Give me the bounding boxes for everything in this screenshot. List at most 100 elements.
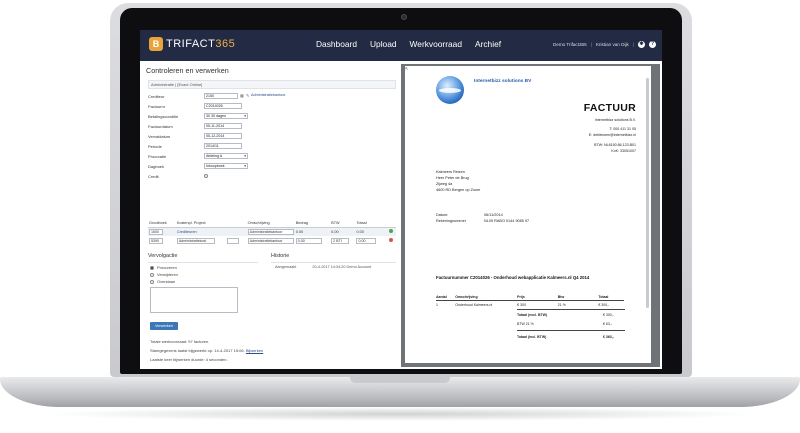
lookup-icon[interactable]: ▦ [240, 93, 244, 98]
nav-archief[interactable]: Archief [475, 39, 501, 49]
table-row: 5390 Administratiekost Administratiekant… [148, 236, 396, 245]
col-actions [388, 219, 396, 228]
logo-word: TRIFACT [166, 38, 216, 50]
control-panel: Controleren en verwerken Administratie |… [146, 64, 396, 364]
divider [517, 330, 625, 331]
gl-code-input[interactable]: 1600 [149, 228, 163, 235]
factuurnr-input[interactable]: C2014026 [204, 103, 242, 109]
bijwerken-link[interactable]: Bijwerken [246, 348, 263, 353]
company-switcher[interactable]: Demo Trifact365 [553, 42, 587, 47]
radio-icon[interactable] [150, 272, 154, 277]
periode-label: Periode [148, 144, 162, 149]
invoice-row: 1 Onderhoud Kalmeers.nl € 300 21 % € 300… [436, 301, 624, 310]
option-overslaan[interactable]: Overslaan [150, 279, 175, 284]
total: 0.00 [355, 227, 389, 236]
date-value: 06/11/2014 [484, 213, 503, 217]
invoice-lines: Aantal Omschrijving Prijs Btw Totaal 1 O… [436, 294, 624, 309]
project-input[interactable] [227, 237, 240, 244]
option-verwijderen[interactable]: Verwijderen [150, 272, 178, 277]
admin-link[interactable]: Administratiekantoor [251, 93, 286, 97]
vat-value: € 63,- [603, 322, 612, 326]
option-procureren[interactable]: Procureren [150, 265, 177, 270]
dagboek-label: Dagboek [148, 164, 165, 169]
gl-code-input[interactable]: 5390 [149, 237, 163, 244]
account-value: NL09 RABO 0144 9085 97 [484, 219, 530, 223]
vat-select[interactable]: 2 BTI [331, 237, 350, 244]
betalingsconditie-select[interactable]: 30 30 dagen ▾ [204, 113, 248, 119]
table-header: Grootboek Kostenpl. Project Omschrijving… [148, 219, 396, 228]
chevron-down-icon: ▾ [244, 154, 246, 158]
separator: | [590, 42, 592, 47]
delete-icon[interactable] [389, 238, 394, 242]
radio-selected-icon[interactable] [150, 265, 154, 270]
total-excl-label: Totaal (excl. BTW) [517, 313, 548, 317]
description-input[interactable]: Administratiekantoor [247, 237, 294, 244]
company-logo-icon [436, 76, 464, 104]
betalingsconditie-value: 30 30 dagen [206, 114, 226, 118]
sender-email: E: debiteuren@internetbizz.nl [588, 133, 636, 137]
sender-line: BTW: NL8150.86.123.B01 [594, 143, 636, 147]
invoice-viewer: ⇱ Internetbizz solutions BV FACTUUR Inte… [401, 64, 660, 367]
sync-info-text: Stamgegevens laatst bijgewerkt op: 14-4-… [150, 348, 245, 353]
amount: 0.00 [295, 236, 330, 245]
crediteur-input[interactable]: 2150 [204, 93, 238, 99]
user-name[interactable]: Kristian van Dijk [596, 42, 629, 47]
expand-icon[interactable]: ⇱ [405, 66, 408, 71]
vat-amount: 0.00 [356, 237, 377, 244]
add-icon[interactable] [389, 229, 394, 234]
col-omschrijving: Omschrijving [246, 219, 295, 228]
nav-werkvoorraad[interactable]: Werkvoorraad [410, 39, 462, 49]
pencil-icon[interactable]: ✎ [246, 93, 249, 98]
inv-aantal: 1 [436, 303, 438, 307]
vervaldatum-input[interactable]: 05-12-2014 [204, 133, 242, 139]
procuratie-select[interactable]: Afdeling A ▾ [204, 153, 248, 159]
radio-icon[interactable] [150, 279, 154, 284]
col-bedrag: Bedrag [294, 219, 331, 228]
inv-omschrijving: Onderhoud Kalmeers.nl [455, 303, 493, 307]
user-area: Demo Trifact365 | Kristian van Dijk | ✱ … [553, 41, 656, 48]
nav-upload[interactable]: Upload [370, 39, 397, 49]
sender-line: Internetbizz solutions B.V. [594, 118, 636, 122]
help-icon[interactable]: ? [649, 41, 656, 48]
col-grootboek: Grootboek [148, 219, 176, 228]
description-input[interactable]: Administratiekantoor [247, 228, 294, 235]
logo-number: 365 [215, 38, 236, 50]
procuratie-label: Procuratie [148, 154, 167, 159]
client-line: 4600 RD Bergen op Zoom [436, 188, 481, 192]
logo-text: TRIFACT365 [166, 38, 235, 50]
comment-textarea[interactable] [150, 287, 238, 313]
periode-input[interactable]: 2014/11 [204, 143, 242, 149]
camera-icon [401, 14, 407, 20]
betalingsconditie-label: Betalingsconditie [148, 114, 179, 119]
verwerken-button[interactable]: Verwerken [150, 322, 178, 330]
nav-dashboard[interactable]: Dashboard [316, 39, 357, 49]
divider [148, 262, 258, 263]
top-navbar: B TRIFACT365 Dashboard Upload Werkvoorra… [140, 30, 662, 61]
factuurdatum-input[interactable]: 05-11-2014 [204, 123, 242, 129]
col-spacer [226, 219, 247, 228]
client-line: Heer Peter de Brug [436, 176, 469, 180]
app-logo[interactable]: B TRIFACT365 [149, 37, 235, 51]
workload-info: Totale werkvoorraad: 97 facturen. [150, 339, 210, 344]
gear-icon[interactable]: ✱ [638, 41, 645, 48]
amount-input[interactable]: 0.00 [295, 237, 322, 244]
gl-name: Crediteuren [175, 227, 247, 236]
invoice-heading: FACTUUR [583, 102, 636, 114]
col-kostenplaats: Kostenpl. Project [175, 219, 227, 228]
gl-name-input[interactable]: Administratiekost [176, 237, 215, 244]
main-nav: Dashboard Upload Werkvoorraad Archief [316, 39, 501, 49]
history-entry: Aangemaakt 20-4-2017 14:34:20 Demo Accou… [275, 265, 371, 269]
sync-duration: Laatste keer bijwerken duurde: 4 seconde… [150, 357, 228, 362]
dagboek-select[interactable]: Inkoopboek ▾ [204, 163, 248, 169]
sync-info: Stamgegevens laatst bijgewerkt op: 14-4-… [150, 348, 263, 353]
divider [517, 309, 625, 310]
credit-checkbox[interactable] [204, 174, 208, 178]
history-datetime-who: 20-4-2017 14:34:20 Demo Account [312, 265, 371, 269]
col-kostenplaats-label: Kostenpl. [176, 220, 193, 225]
table-row: 1600 Crediteuren Administratiekantoor 0.… [148, 227, 396, 236]
vat: 0,00 [330, 227, 356, 236]
chevron-down-icon: ▾ [244, 114, 246, 118]
app-screen: B TRIFACT365 Dashboard Upload Werkvoorra… [140, 30, 662, 369]
scrollbar[interactable] [646, 78, 649, 308]
gl-name: Administratiekost [176, 236, 227, 245]
